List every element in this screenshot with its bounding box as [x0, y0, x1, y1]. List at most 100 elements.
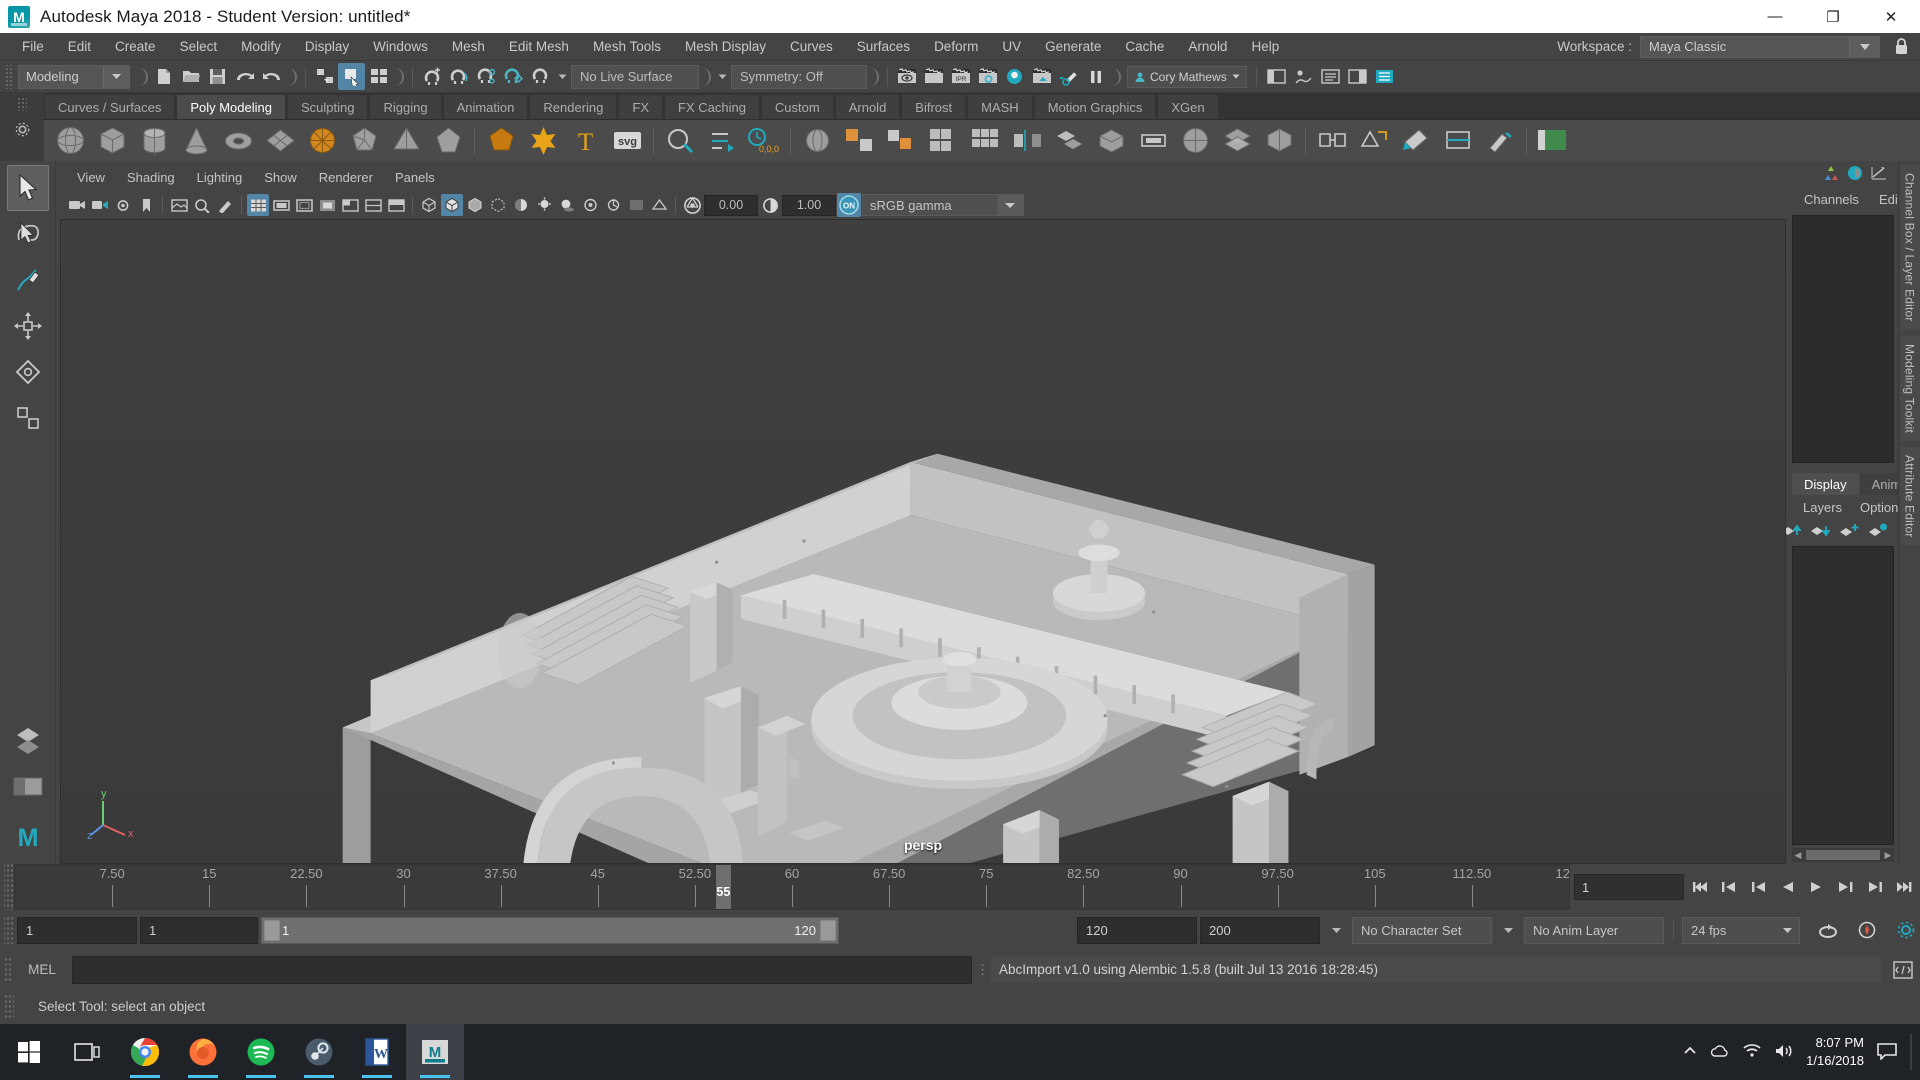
- play-forwards-icon[interactable]: [1803, 873, 1829, 901]
- undo-icon[interactable]: [231, 63, 258, 90]
- contrast-icon[interactable]: [759, 194, 781, 216]
- reduce-icon[interactable]: [1049, 122, 1089, 160]
- multisample-icon[interactable]: [625, 194, 647, 216]
- wireframe-on-shaded-icon[interactable]: [464, 194, 486, 216]
- poly-torus-icon[interactable]: [218, 122, 258, 160]
- animation-start-field[interactable]: 1: [17, 916, 137, 944]
- redo-icon[interactable]: [258, 63, 285, 90]
- light-settings-icon[interactable]: [1055, 63, 1082, 90]
- crease-tool-icon[interactable]: [1438, 122, 1478, 160]
- maximize-icon[interactable]: ❐: [1804, 0, 1862, 33]
- paint-transfer-attributes-icon[interactable]: [1480, 122, 1520, 160]
- viewport-menu-renderer[interactable]: Renderer: [308, 165, 384, 191]
- mel-label[interactable]: MEL: [16, 962, 68, 977]
- menu-item-uv[interactable]: UV: [990, 33, 1033, 61]
- select-tool-icon[interactable]: [6, 165, 49, 211]
- screen-space-ao-icon[interactable]: [579, 194, 601, 216]
- shadows-icon[interactable]: [556, 194, 578, 216]
- minimize-icon[interactable]: —: [1746, 0, 1804, 33]
- menu-item-surfaces[interactable]: Surfaces: [845, 33, 922, 61]
- poly-platonic-icon[interactable]: [344, 122, 384, 160]
- step-forward-keyframe-icon[interactable]: [1861, 873, 1887, 901]
- menu-item-arnold[interactable]: Arnold: [1176, 33, 1239, 61]
- anim-layer-dropdown[interactable]: No Anim Layer: [1524, 916, 1664, 944]
- symmetry-chevron-down-icon[interactable]: [713, 65, 731, 89]
- attribute-editor-icon[interactable]: [1846, 165, 1864, 184]
- film-gate-icon[interactable]: [270, 194, 292, 216]
- time-slider-drag-handle[interactable]: [4, 864, 14, 911]
- script-editor-icon[interactable]: [1886, 956, 1920, 984]
- scroll-right-icon[interactable]: ▶: [1882, 850, 1894, 861]
- gamma-field[interactable]: 1.00: [782, 194, 836, 216]
- maya-logo-icon[interactable]: M: [7, 810, 49, 864]
- step-back-frame-icon[interactable]: [1745, 873, 1771, 901]
- steam-icon[interactable]: [290, 1024, 348, 1080]
- help-line-drag-handle[interactable]: [4, 993, 14, 1020]
- layer-list[interactable]: [1792, 546, 1894, 846]
- current-frame-field[interactable]: 1: [1574, 874, 1684, 901]
- firefox-icon[interactable]: [174, 1024, 232, 1080]
- separate-icon[interactable]: [839, 122, 879, 160]
- playback-speed-dropdown[interactable]: 24 fps: [1682, 916, 1800, 944]
- menu-item-deform[interactable]: Deform: [922, 33, 990, 61]
- channel-box-attribute-list[interactable]: [1792, 215, 1894, 463]
- camera-attributes-icon[interactable]: [112, 194, 134, 216]
- current-time-indicator[interactable]: 55: [715, 865, 731, 910]
- transform-values-icon[interactable]: 0,0,0: [744, 122, 784, 160]
- poly-gear-icon[interactable]: [523, 122, 563, 160]
- lasso-select-tool-icon[interactable]: [7, 211, 49, 257]
- shelf-tab-curves-surfaces[interactable]: Curves / Surfaces: [44, 94, 176, 119]
- make-live-icon[interactable]: [702, 122, 742, 160]
- film-origin-icon[interactable]: [339, 194, 361, 216]
- exposure-icon[interactable]: [681, 194, 703, 216]
- paint-select-tool-icon[interactable]: [7, 257, 49, 303]
- sculpt-geometry-icon[interactable]: [660, 122, 700, 160]
- mirror-icon[interactable]: [1007, 122, 1047, 160]
- resolution-gate-icon[interactable]: [293, 194, 315, 216]
- poly-disc-icon[interactable]: [302, 122, 342, 160]
- textured-icon[interactable]: [487, 194, 509, 216]
- channel-box-menu-channels[interactable]: Channels: [1794, 187, 1869, 213]
- shelf-drag-handle[interactable]: [17, 97, 27, 111]
- menu-item-cache[interactable]: Cache: [1113, 33, 1176, 61]
- shaded-icon[interactable]: [441, 194, 463, 216]
- menu-item-mesh[interactable]: Mesh: [440, 33, 497, 61]
- chevron-down-icon[interactable]: [1775, 918, 1799, 943]
- animation-preferences-icon[interactable]: [1893, 916, 1919, 944]
- scale-tool-icon[interactable]: [7, 395, 49, 441]
- render-current-frame-icon[interactable]: [920, 63, 947, 90]
- chevron-down-icon[interactable]: [997, 195, 1023, 215]
- snap-to-grid-icon[interactable]: [418, 63, 445, 90]
- render-settings-icon[interactable]: [974, 63, 1001, 90]
- chrome-icon[interactable]: [116, 1024, 174, 1080]
- booleans-icon[interactable]: [923, 122, 963, 160]
- command-line-resize-handle[interactable]: ⋮: [976, 962, 989, 978]
- show-desktop-button[interactable]: [1910, 1034, 1912, 1070]
- shelf-tab-rigging[interactable]: Rigging: [369, 94, 442, 119]
- play-backwards-icon[interactable]: [1774, 873, 1800, 901]
- snap-to-view-plane-icon[interactable]: [526, 63, 553, 90]
- range-chevron-down-icon[interactable]: [1323, 916, 1349, 944]
- extrude-icon[interactable]: [1091, 122, 1131, 160]
- shelf-tab-custom[interactable]: Custom: [760, 94, 834, 119]
- menu-item-modify[interactable]: Modify: [229, 33, 293, 61]
- snap-to-curve-icon[interactable]: [445, 63, 472, 90]
- color-swatch-icon[interactable]: [1533, 122, 1573, 160]
- color-management-toggle[interactable]: ON: [837, 193, 861, 217]
- quad-draw-icon[interactable]: [1396, 122, 1436, 160]
- shelf-tab-fx[interactable]: FX: [618, 94, 663, 119]
- show-hidden-icons-icon[interactable]: [1682, 1045, 1698, 1060]
- pause-render-icon[interactable]: [1082, 63, 1109, 90]
- shelf-tab-rendering[interactable]: Rendering: [529, 94, 618, 119]
- close-icon[interactable]: ✕: [1862, 0, 1920, 33]
- menu-item-help[interactable]: Help: [1239, 33, 1291, 61]
- menu-item-create[interactable]: Create: [103, 33, 168, 61]
- poly-sphere-icon[interactable]: [50, 122, 90, 160]
- viewport-menu-shading[interactable]: Shading: [116, 165, 186, 191]
- shelf-tab-animation[interactable]: Animation: [442, 94, 529, 119]
- command-input[interactable]: [72, 955, 972, 984]
- render-sequence-icon[interactable]: [1028, 63, 1055, 90]
- step-forward-frame-icon[interactable]: [1832, 873, 1858, 901]
- menu-item-edit[interactable]: Edit: [56, 33, 103, 61]
- image-plane-icon[interactable]: [168, 194, 190, 216]
